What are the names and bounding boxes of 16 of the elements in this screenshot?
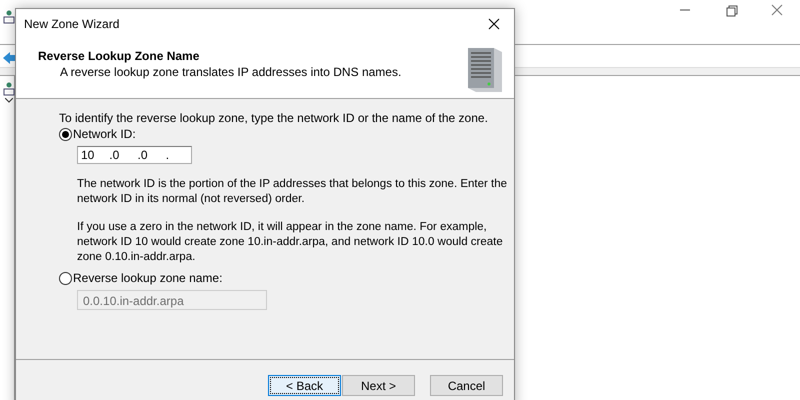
- wizard-button[interactable]: Cancel: [430, 375, 503, 396]
- network-id-field[interactable]: 10 .0 .0 .: [77, 146, 192, 164]
- page-subtitle: A reverse lookup zone translates IP addresses into DNS names.: [59, 65, 402, 79]
- dns-server-icon: [3, 82, 15, 96]
- instruction-text: To identify the reverse lookup zone, type the network ID or the name of the zone.: [59, 111, 489, 125]
- radio-label[interactable]: Network ID:: [73, 127, 136, 141]
- page-title: Reverse Lookup Zone Name: [38, 49, 200, 63]
- wizard-button[interactable]: < Back: [268, 375, 341, 396]
- help-text: If you use a zero in the network ID, it will appear in the zone name. For example, network ID 10 would create zone 10.in-addr.arpa, and network ID 10.0 would create zone 0.10.in-addr.arpa.: [77, 220, 504, 265]
- expand-chevron-icon[interactable]: [5, 98, 13, 103]
- help-text: The network ID is the portion of the IP addresses that belongs to this zone. Enter the network ID in its normal (not reversed) order.: [77, 177, 507, 207]
- window-title: New Zone Wizard: [24, 17, 120, 31]
- wizard-button[interactable]: Next >: [342, 375, 415, 396]
- back-arrow-icon[interactable]: [3, 52, 15, 64]
- radio-button[interactable]: [59, 128, 72, 140]
- dns-server-icon: [3, 10, 15, 24]
